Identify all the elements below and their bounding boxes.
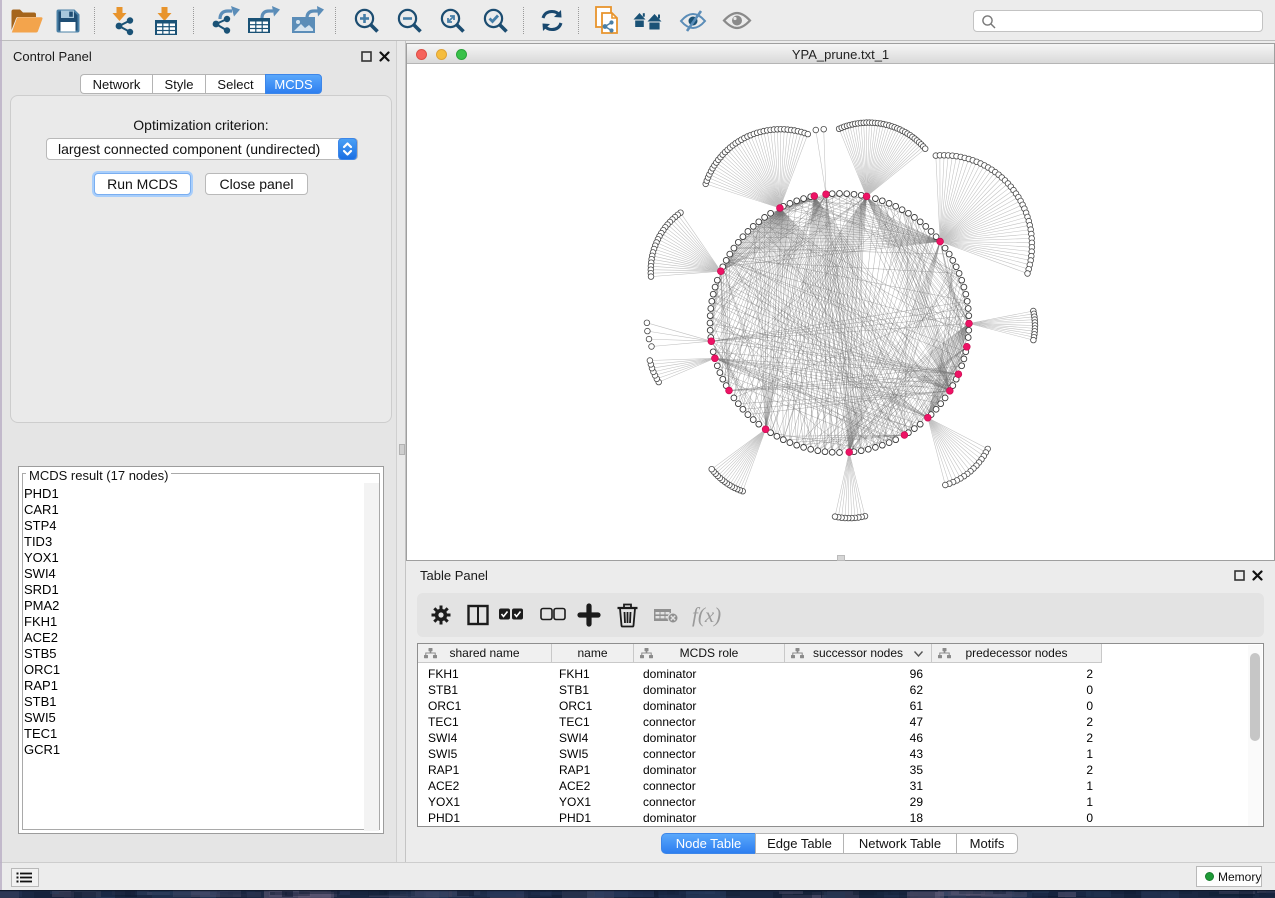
svg-text:f(x): f(x) bbox=[692, 603, 721, 627]
